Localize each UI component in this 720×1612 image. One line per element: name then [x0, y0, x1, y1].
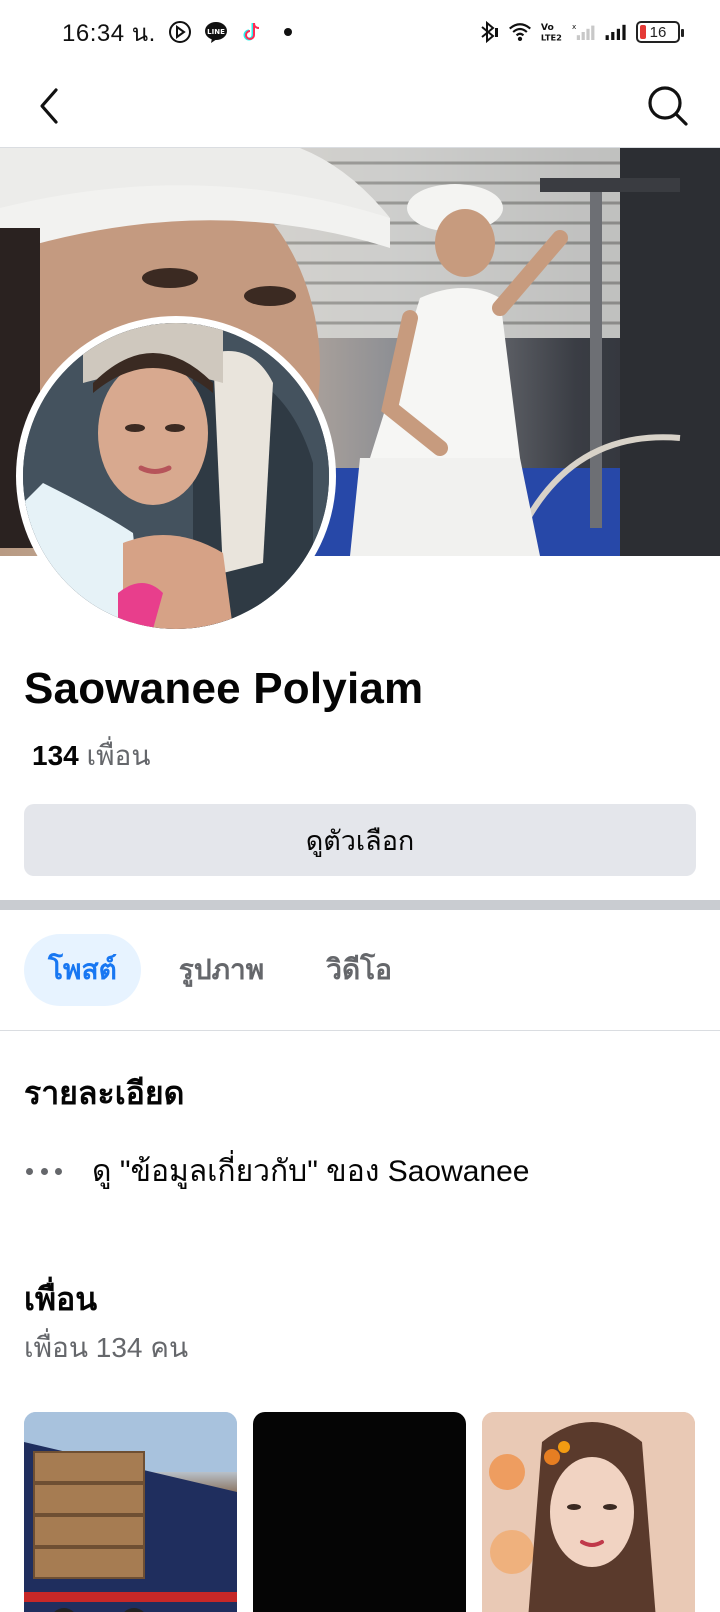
avatar-illustration [23, 323, 329, 629]
view-options-button[interactable]: ดูตัวเลือก [24, 804, 696, 876]
back-button[interactable] [30, 84, 70, 128]
about-link-text: ดู "ข้อมูลเกี่ยวกับ" ของ Saowanee [92, 1155, 530, 1188]
battery-icon: 16 [636, 21, 684, 43]
dot-icon [276, 20, 300, 44]
battery-level-text: 16 [649, 23, 667, 41]
volte-icon: Vo LTE2 [540, 20, 564, 44]
wifi-icon [508, 20, 532, 44]
status-bar: 16:34 น. LINE Vo LTE2 x 16 [0, 0, 720, 64]
friends-count-line[interactable]: 134 เพื่อน [32, 734, 150, 778]
svg-text:LTE2: LTE2 [541, 32, 562, 42]
search-icon [648, 86, 688, 126]
details-title: รายละเอียด [24, 1075, 185, 1111]
friends-section-title: เพื่อน [24, 1281, 98, 1317]
profile-avatar[interactable] [16, 316, 336, 636]
friends-number: 134 [32, 740, 79, 771]
profile-name: Saowanee Polyiam [24, 664, 424, 713]
status-bar-right: Vo LTE2 x 16 [476, 20, 684, 44]
profile-tabs: โพสต์ รูปภาพ วิดีโอ [24, 934, 416, 1006]
avatar-photo [23, 323, 329, 629]
tab-videos[interactable]: วิดีโอ [302, 934, 416, 1006]
bluetooth-icon [476, 20, 500, 44]
friend-photo-portrait [482, 1412, 695, 1612]
friends-thumbnails [24, 1412, 695, 1612]
tabs-divider [0, 1030, 720, 1031]
more-dots-icon [24, 1162, 64, 1182]
friend-thumbnail[interactable] [24, 1412, 237, 1612]
top-nav-bar [0, 64, 720, 148]
signal-icon [604, 20, 628, 44]
battery-level-fill [640, 25, 646, 39]
status-time: 16:34 น. [62, 19, 156, 47]
about-link-row[interactable]: ดู "ข้อมูลเกี่ยวกับ" ของ Saowanee [24, 1148, 529, 1195]
status-bar-left: 16:34 น. LINE [62, 13, 300, 52]
line-app-icon: LINE [204, 20, 228, 44]
svg-text:LINE: LINE [207, 28, 225, 36]
friends-word: เพื่อน [86, 740, 151, 771]
chevron-left-icon [40, 88, 58, 124]
friends-count-text: เพื่อน 134 คน [24, 1332, 189, 1363]
tab-posts[interactable]: โพสต์ [24, 934, 141, 1006]
svg-text:x: x [572, 22, 577, 31]
signal-weak-icon: x [572, 20, 596, 44]
tiktok-icon [240, 20, 264, 44]
friend-thumbnail[interactable] [253, 1412, 466, 1612]
direction-icon [168, 20, 192, 44]
section-divider [0, 900, 720, 910]
friend-thumbnail[interactable] [482, 1412, 695, 1612]
search-button[interactable] [646, 84, 690, 128]
tab-photos[interactable]: รูปภาพ [155, 934, 288, 1006]
friend-photo-truck [24, 1412, 237, 1612]
